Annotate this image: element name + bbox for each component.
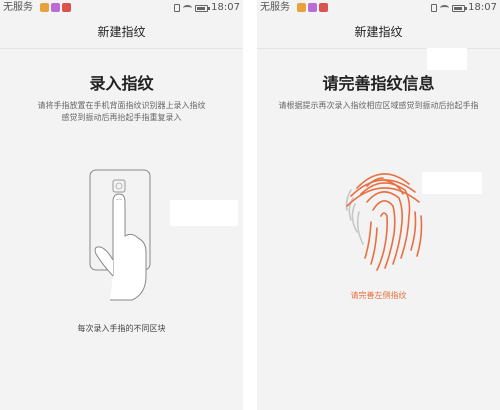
enroll-heading: 录入指纹 [89, 74, 154, 93]
redaction-box [170, 200, 238, 226]
app-notification-icon [308, 3, 317, 12]
notification-icons [297, 3, 328, 12]
fingerprint-icon [345, 173, 423, 271]
clock: 18:07 [468, 2, 497, 13]
vibrate-icon [431, 4, 438, 12]
page-title: 新建指纹 [257, 16, 500, 49]
wifi-icon [183, 5, 193, 11]
status-icons: 18:07 [431, 0, 497, 16]
notification-icons [40, 3, 71, 12]
battery-icon [195, 4, 211, 12]
carrier-label: 无服务 [3, 2, 33, 13]
status-icons: 18:07 [174, 0, 240, 16]
enroll-description-line2: 感觉到振动后再抬起手指重复录入 [61, 113, 182, 122]
complete-hint: 请完善左侧指纹 [350, 291, 407, 300]
app-notification-icon [51, 3, 60, 12]
app-notification-icon [62, 3, 71, 12]
wifi-icon [440, 5, 450, 11]
app-notification-icon [40, 3, 49, 12]
status-bar: 无服务 18:07 [0, 0, 243, 16]
enroll-tip: 每次录入手指的不同区块 [77, 324, 166, 333]
carrier-label: 无服务 [260, 2, 290, 13]
app-notification-icon [297, 3, 306, 12]
hand-on-phone-icon [89, 169, 151, 301]
vibrate-icon [174, 4, 181, 12]
redaction-box [422, 172, 482, 194]
enroll-fingerprint-screen: 无服务 18:07 新建指纹 录入指纹 请将手指放置在手机背面指纹识别器上录入指… [0, 0, 243, 410]
screen-divider [243, 0, 257, 410]
complete-description: 请根据提示再次录入指纹相应区域感觉到振动后抬起手指 [278, 101, 479, 110]
clock: 18:07 [211, 2, 240, 13]
redaction-box [427, 48, 467, 70]
enroll-description-line1: 请将手指放置在手机背面指纹识别器上录入指纹 [37, 101, 206, 110]
app-notification-icon [319, 3, 328, 12]
battery-icon [452, 4, 468, 12]
page-title: 新建指纹 [0, 16, 243, 49]
complete-heading: 请完善指纹信息 [322, 74, 435, 93]
complete-fingerprint-screen: 无服务 18:07 新建指纹 请完善指纹信息 请根据提示再次录入指纹相应区域感觉… [257, 0, 500, 410]
status-bar: 无服务 18:07 [257, 0, 500, 16]
